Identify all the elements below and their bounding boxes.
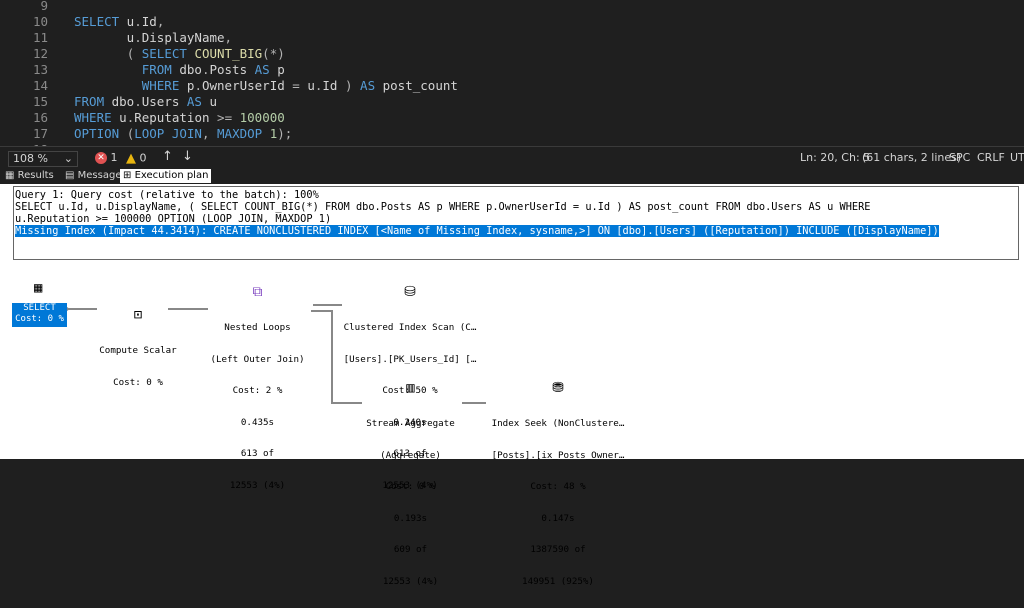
cursor-position[interactable]: Ln: 20, Ch: 5 bbox=[800, 151, 870, 164]
nested-loops-title: Nested Loops bbox=[224, 322, 291, 333]
arrow-down-icon[interactable]: ↓ bbox=[182, 149, 193, 164]
zoom-value: 108 % bbox=[13, 152, 48, 165]
index-seek-rows: 1387590 of bbox=[530, 544, 586, 555]
nested-loops-rows: 613 of bbox=[240, 448, 275, 459]
selection-info: (61 chars, 2 lines) bbox=[862, 151, 962, 164]
stream-aggregate-time: 0.193s bbox=[393, 512, 428, 524]
tab-plan-label: Execution plan bbox=[134, 170, 209, 181]
nested-loops-icon: ⧉ bbox=[252, 284, 263, 300]
select-cost: Cost: 0 % bbox=[15, 314, 64, 324]
stream-aggregate-cost: Cost: 0 % bbox=[385, 481, 436, 492]
plan-icon: ⊞ bbox=[123, 170, 132, 181]
index-seek-sub: [Posts].[ix_Posts_Owner… bbox=[491, 449, 625, 461]
zoom-dropdown[interactable]: 108 % ⌄ bbox=[8, 151, 78, 167]
stream-aggregate-title: Stream Aggregate bbox=[366, 418, 455, 429]
line-ending[interactable]: CRLF bbox=[977, 151, 1005, 164]
error-indicator[interactable]: ✕ 1 bbox=[95, 151, 118, 164]
nested-loops-operator[interactable]: ⧉ Nested Loops (Left Outer Join) Cost: 2… bbox=[205, 264, 310, 512]
compute-scalar-icon: ⊡ bbox=[133, 307, 143, 323]
select-icon: ▦ bbox=[34, 280, 43, 296]
select-operator[interactable]: ▦ SELECT Cost: 0 % bbox=[12, 281, 67, 327]
nested-loops-cost: Cost: 2 % bbox=[232, 385, 283, 396]
compute-scalar-operator[interactable]: ⊡ Compute Scalar Cost: 0 % bbox=[98, 287, 178, 409]
tab-results-label: Results bbox=[17, 170, 54, 181]
editor-status-bar: 108 % ⌄ ✕ 1 ▲ 0 ↑ ↓ Ln: 20, Ch: 5 (61 cha… bbox=[0, 146, 1024, 169]
nested-loops-time: 0.435s bbox=[240, 416, 275, 428]
stream-aggregate-est: 12553 (4%) bbox=[382, 575, 439, 587]
stream-aggregate-rows: 609 of bbox=[393, 544, 428, 555]
index-seek-time: 0.147s bbox=[541, 512, 575, 524]
index-seek-operator[interactable]: ⛃ Index Seek (NonClustere… [Posts].[ix_P… bbox=[488, 360, 628, 608]
stream-aggregate-sub: (Aggregate) bbox=[380, 449, 441, 461]
nested-loops-sub: (Left Outer Join) bbox=[210, 353, 305, 365]
tab-results[interactable]: ▦ Results bbox=[2, 169, 57, 183]
clustered-scan-title: Clustered Index Scan (C… bbox=[343, 322, 477, 333]
arrow-up-icon[interactable]: ↑ bbox=[162, 149, 173, 164]
code-editor[interactable]: 9 10 SELECT u.Id, 11 u.DisplayName, 12 ( SEL… bbox=[0, 0, 1024, 146]
index-seek-cost: Cost: 48 % bbox=[530, 481, 586, 492]
tab-execution-plan[interactable]: ⊞ Execution plan bbox=[120, 169, 212, 183]
execution-plan-pane[interactable]: Query 1: Query cost (relative to the bat… bbox=[0, 184, 1024, 586]
line-text[interactable]: OPTION (LOOP JOIN, MAXDOP 1); bbox=[74, 124, 292, 144]
error-icon: ✕ bbox=[95, 152, 107, 164]
warning-count: 0 bbox=[139, 151, 147, 165]
index-seek-icon: ⛃ bbox=[552, 380, 564, 396]
error-count: 1 bbox=[110, 151, 118, 164]
index-seek-est: 149951 (925%) bbox=[522, 575, 594, 587]
stream-aggregate-operator[interactable]: ▥ Stream Aggregate (Aggregate) Cost: 0 %… bbox=[358, 360, 463, 608]
encoding[interactable]: UTF bbox=[1010, 151, 1024, 164]
chevron-down-icon: ⌄ bbox=[63, 152, 73, 165]
nested-loops-est: 12553 (4%) bbox=[229, 479, 286, 491]
clustered-index-scan-icon: ⛁ bbox=[404, 284, 416, 300]
compute-scalar-cost: Cost: 0 % bbox=[113, 376, 163, 388]
stream-aggregate-icon: ▥ bbox=[406, 380, 415, 396]
compute-scalar-title: Compute Scalar bbox=[99, 345, 177, 356]
index-seek-title: Index Seek (NonClustere… bbox=[491, 418, 625, 429]
select-title: SELECT bbox=[23, 303, 56, 313]
grid-icon: ▦ bbox=[5, 170, 15, 181]
results-tabs: ▦ Results ▤ Messages ⊞ Execution plan bbox=[0, 168, 1024, 184]
warning-icon: ▲ bbox=[126, 151, 136, 166]
warning-indicator[interactable]: ▲ 0 bbox=[126, 151, 147, 166]
whitespace-mode[interactable]: SPC bbox=[949, 151, 970, 164]
message-icon: ▤ bbox=[65, 170, 75, 181]
